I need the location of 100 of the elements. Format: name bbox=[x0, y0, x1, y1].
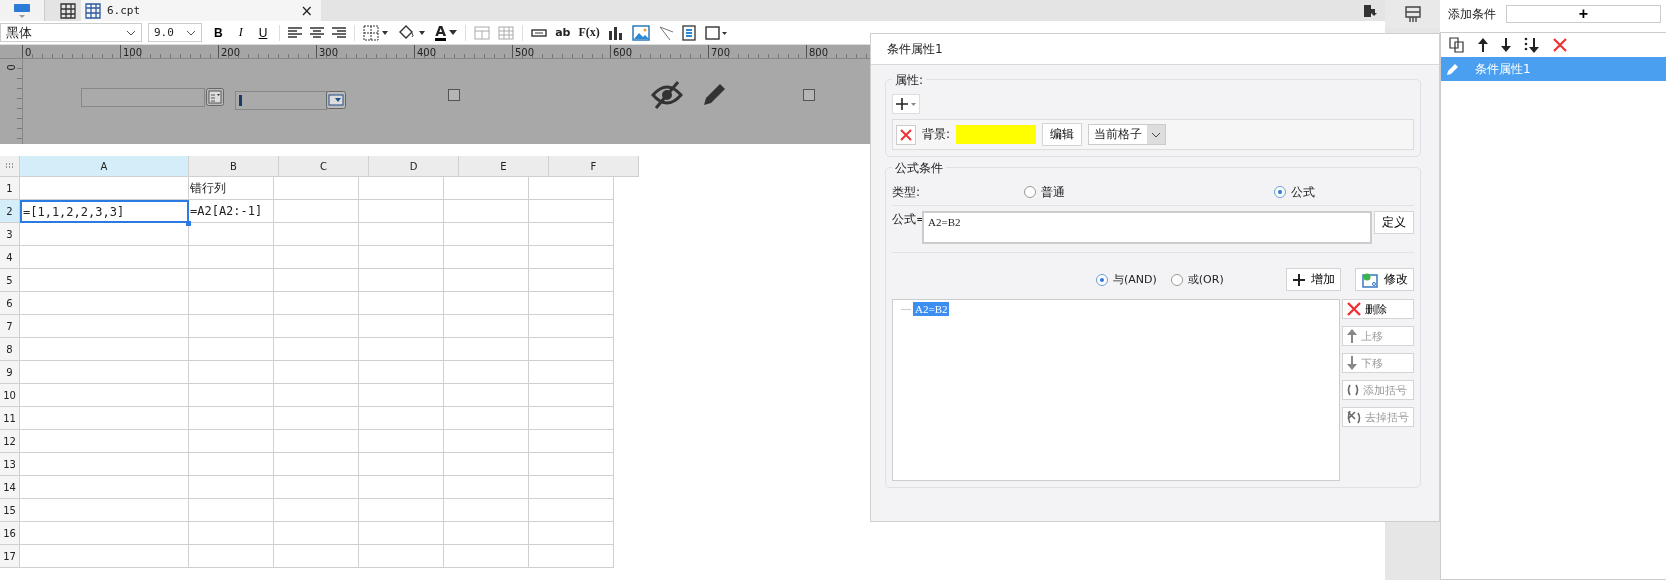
table-cell[interactable] bbox=[359, 453, 444, 476]
table-cell[interactable] bbox=[274, 522, 359, 545]
table-cell[interactable] bbox=[529, 269, 614, 292]
font-size-select[interactable]: 9.0 bbox=[148, 23, 202, 42]
table-cell[interactable] bbox=[189, 430, 274, 453]
list-action-button[interactable]: 删除 bbox=[1342, 299, 1414, 319]
table-cell[interactable] bbox=[274, 177, 359, 200]
table-cell[interactable] bbox=[444, 522, 529, 545]
grid-plus-icon[interactable] bbox=[59, 1, 77, 20]
slash-icon[interactable] bbox=[657, 24, 674, 41]
table-cell[interactable] bbox=[20, 545, 189, 568]
table-cell[interactable] bbox=[444, 292, 529, 315]
format-button[interactable]: B bbox=[210, 25, 227, 40]
table-cell[interactable] bbox=[444, 545, 529, 568]
table-cell[interactable] bbox=[20, 430, 189, 453]
table-cell[interactable] bbox=[529, 338, 614, 361]
table-cell[interactable] bbox=[20, 269, 189, 292]
table-cell[interactable] bbox=[189, 223, 274, 246]
row-header[interactable]: 4 bbox=[0, 246, 20, 269]
combo-field[interactable] bbox=[235, 91, 327, 110]
column-header[interactable]: A bbox=[20, 156, 189, 177]
table-cell[interactable] bbox=[189, 407, 274, 430]
table-cell[interactable] bbox=[444, 384, 529, 407]
image-icon[interactable] bbox=[631, 24, 650, 41]
table-cell[interactable] bbox=[274, 430, 359, 453]
table-cell[interactable] bbox=[20, 361, 189, 384]
table-cell[interactable] bbox=[444, 223, 529, 246]
radio-button[interactable] bbox=[1024, 186, 1036, 198]
merge-cells-icon[interactable] bbox=[474, 25, 491, 40]
table-cell[interactable] bbox=[359, 200, 444, 223]
radio-label[interactable]: 普通 bbox=[1041, 183, 1065, 201]
table-cell[interactable] bbox=[529, 177, 614, 200]
table-cell[interactable] bbox=[529, 545, 614, 568]
table-cell[interactable] bbox=[189, 522, 274, 545]
table-cell[interactable] bbox=[189, 545, 274, 568]
table-cell[interactable] bbox=[20, 453, 189, 476]
table-cell[interactable] bbox=[359, 223, 444, 246]
edit-button[interactable]: 编辑 bbox=[1042, 123, 1083, 146]
table-cell[interactable] bbox=[189, 453, 274, 476]
checkbox[interactable] bbox=[448, 89, 460, 101]
table-cell[interactable] bbox=[359, 292, 444, 315]
copy-icon[interactable] bbox=[1449, 37, 1465, 53]
delete-icon[interactable] bbox=[1553, 38, 1567, 52]
fill-handle[interactable] bbox=[186, 221, 191, 226]
move-bottom-icon[interactable] bbox=[1524, 37, 1540, 53]
row-header[interactable]: 9 bbox=[0, 361, 20, 384]
row-header[interactable]: 16 bbox=[0, 522, 20, 545]
color-swatch[interactable] bbox=[956, 125, 1037, 144]
row-header[interactable]: 12 bbox=[0, 430, 20, 453]
table-cell[interactable] bbox=[359, 177, 444, 200]
table-cell[interactable] bbox=[529, 384, 614, 407]
dropdown-button[interactable] bbox=[1147, 125, 1166, 144]
table-cell[interactable] bbox=[274, 315, 359, 338]
table-cell[interactable] bbox=[274, 453, 359, 476]
table-cell[interactable] bbox=[529, 476, 614, 499]
row-header[interactable]: 5 bbox=[0, 269, 20, 292]
table-cell[interactable] bbox=[444, 453, 529, 476]
table-cell[interactable] bbox=[444, 361, 529, 384]
table-cell[interactable] bbox=[20, 476, 189, 499]
radio-label[interactable]: 与(AND) bbox=[1113, 272, 1157, 287]
table-cell[interactable] bbox=[189, 246, 274, 269]
table-cell[interactable] bbox=[20, 499, 189, 522]
table-cell[interactable] bbox=[359, 384, 444, 407]
column-header[interactable]: F bbox=[549, 156, 639, 177]
scope-select[interactable]: 当前格子 bbox=[1088, 124, 1167, 145]
text-field-icon[interactable] bbox=[531, 28, 548, 37]
table-cell[interactable] bbox=[20, 246, 189, 269]
table-cell[interactable] bbox=[274, 200, 359, 223]
row-header[interactable]: 11 bbox=[0, 407, 20, 430]
font-select[interactable]: 黑体 bbox=[0, 23, 142, 42]
table-cell[interactable] bbox=[274, 246, 359, 269]
table-cell[interactable]: 错行列 bbox=[189, 177, 274, 200]
column-header[interactable]: D bbox=[369, 156, 459, 177]
table-cell[interactable] bbox=[274, 384, 359, 407]
table-cell[interactable] bbox=[529, 453, 614, 476]
date-field[interactable] bbox=[81, 88, 205, 107]
table-cell[interactable] bbox=[359, 269, 444, 292]
new-report-button[interactable] bbox=[0, 0, 45, 21]
table-cell[interactable] bbox=[444, 200, 529, 223]
table-cell[interactable] bbox=[444, 269, 529, 292]
table-cell[interactable] bbox=[359, 407, 444, 430]
table-cell[interactable] bbox=[444, 177, 529, 200]
table-cell[interactable] bbox=[444, 407, 529, 430]
column-header[interactable]: E bbox=[459, 156, 549, 177]
arrow-down-icon[interactable] bbox=[1501, 38, 1511, 52]
column-header[interactable]: C bbox=[279, 156, 369, 177]
radio-label[interactable]: 或(OR) bbox=[1187, 272, 1224, 287]
eye-slash-icon[interactable] bbox=[651, 80, 683, 110]
row-header[interactable]: 6 bbox=[0, 292, 20, 315]
format-button[interactable]: U bbox=[254, 25, 272, 40]
add-attribute-button[interactable] bbox=[892, 94, 920, 114]
frame-icon[interactable] bbox=[703, 24, 728, 41]
radio-label[interactable]: 公式 bbox=[1291, 183, 1315, 201]
row-header[interactable]: 3 bbox=[0, 223, 20, 246]
dock-icon[interactable] bbox=[1363, 3, 1377, 18]
select-all-button[interactable] bbox=[0, 156, 20, 177]
row-header[interactable]: 15 bbox=[0, 499, 20, 522]
table-cell[interactable] bbox=[274, 269, 359, 292]
table-cell[interactable] bbox=[359, 430, 444, 453]
dropdown-icon[interactable] bbox=[326, 91, 346, 109]
